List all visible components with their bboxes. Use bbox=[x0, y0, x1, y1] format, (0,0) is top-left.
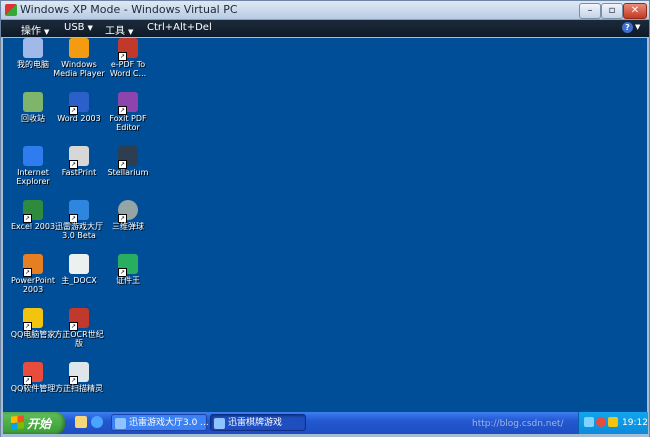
chevron-down-icon: ▼ bbox=[128, 28, 134, 36]
menu-usb[interactable]: USB ▼ bbox=[64, 22, 93, 33]
menu-usb-label: USB bbox=[64, 22, 85, 33]
task-label: 迅雷游戏大厅3.0 ... bbox=[129, 418, 209, 428]
start-button[interactable]: 开始 bbox=[3, 412, 65, 434]
menu-ctrl-alt-del[interactable]: Ctrl+Alt+Del bbox=[147, 22, 212, 33]
chevron-down-icon: ▼ bbox=[44, 28, 50, 36]
desktop-icon-label: 证件王 bbox=[116, 276, 140, 285]
chevron-down-icon[interactable]: ▼ bbox=[635, 23, 640, 31]
windows-logo-icon bbox=[11, 415, 24, 430]
task-label: 迅雷棋牌游戏 bbox=[228, 418, 283, 428]
desktop-icon-label: Stellarium bbox=[107, 168, 149, 177]
menu-action[interactable]: 操作 ▼ bbox=[21, 22, 49, 37]
system-tray: 19:12 bbox=[578, 412, 648, 434]
menu-tools[interactable]: 工具 ▼ bbox=[105, 22, 133, 37]
recycle-bin-icon bbox=[23, 92, 43, 112]
xunlei-chess-icon bbox=[214, 418, 225, 429]
quicklaunch-ie-icon[interactable] bbox=[91, 416, 103, 428]
help-icon[interactable]: ? bbox=[622, 22, 633, 33]
menu-tools-label: 工具 bbox=[105, 26, 125, 37]
internet-explorer-icon bbox=[23, 146, 43, 166]
desktop-icon-label: 方正扫描精灵 bbox=[55, 384, 103, 393]
menu-action-label: 操作 bbox=[21, 26, 41, 37]
security-icon[interactable] bbox=[596, 417, 606, 427]
start-label: 开始 bbox=[27, 417, 52, 431]
chevron-down-icon: ▼ bbox=[87, 24, 93, 32]
my-computer-icon bbox=[23, 38, 43, 58]
menu-ctrl-alt-del-label: Ctrl+Alt+Del bbox=[147, 22, 212, 33]
clock[interactable]: 19:12 bbox=[622, 418, 648, 428]
desktop: 我的电脑 回收站 Internet Explorer ↗ Excel 2003 … bbox=[3, 38, 647, 412]
close-button[interactable]: ✕ bbox=[623, 3, 647, 19]
minimize-button[interactable]: – bbox=[579, 3, 601, 19]
title-bar[interactable]: Windows XP Mode - Windows Virtual PC – ▫… bbox=[1, 1, 649, 20]
desktop-icon-label: 方正OCR世纪 版 bbox=[54, 330, 104, 348]
xunlei-game-icon bbox=[115, 418, 126, 429]
task-button-xunlei-chess[interactable]: 迅雷棋牌游戏 bbox=[210, 414, 306, 431]
menu-bar: 操作 ▼ USB ▼ 工具 ▼ Ctrl+Alt+Del ? ▼ bbox=[1, 20, 649, 37]
media-player-icon bbox=[69, 38, 89, 58]
docx-file-icon bbox=[69, 254, 89, 274]
maximize-button[interactable]: ▫ bbox=[601, 3, 623, 19]
watermark-text: http://blog.csdn.net/ bbox=[472, 419, 564, 429]
quicklaunch-desktop-icon[interactable] bbox=[75, 416, 87, 428]
network-icon[interactable] bbox=[584, 417, 594, 427]
desktop-icon-label: 三维弹球 bbox=[112, 222, 144, 231]
volume-icon[interactable] bbox=[608, 417, 618, 427]
window-title: Windows XP Mode - Windows Virtual PC bbox=[20, 3, 238, 16]
desktop-icon-label: e-PDF To Word C... bbox=[109, 60, 147, 78]
task-button-xunlei-hall[interactable]: 迅雷游戏大厅3.0 ... bbox=[111, 414, 209, 431]
app-icon bbox=[5, 4, 17, 16]
desktop-icon-label: Foxit PDF Editor bbox=[109, 114, 147, 132]
virtual-pc-window: Windows XP Mode - Windows Virtual PC – ▫… bbox=[0, 0, 650, 437]
